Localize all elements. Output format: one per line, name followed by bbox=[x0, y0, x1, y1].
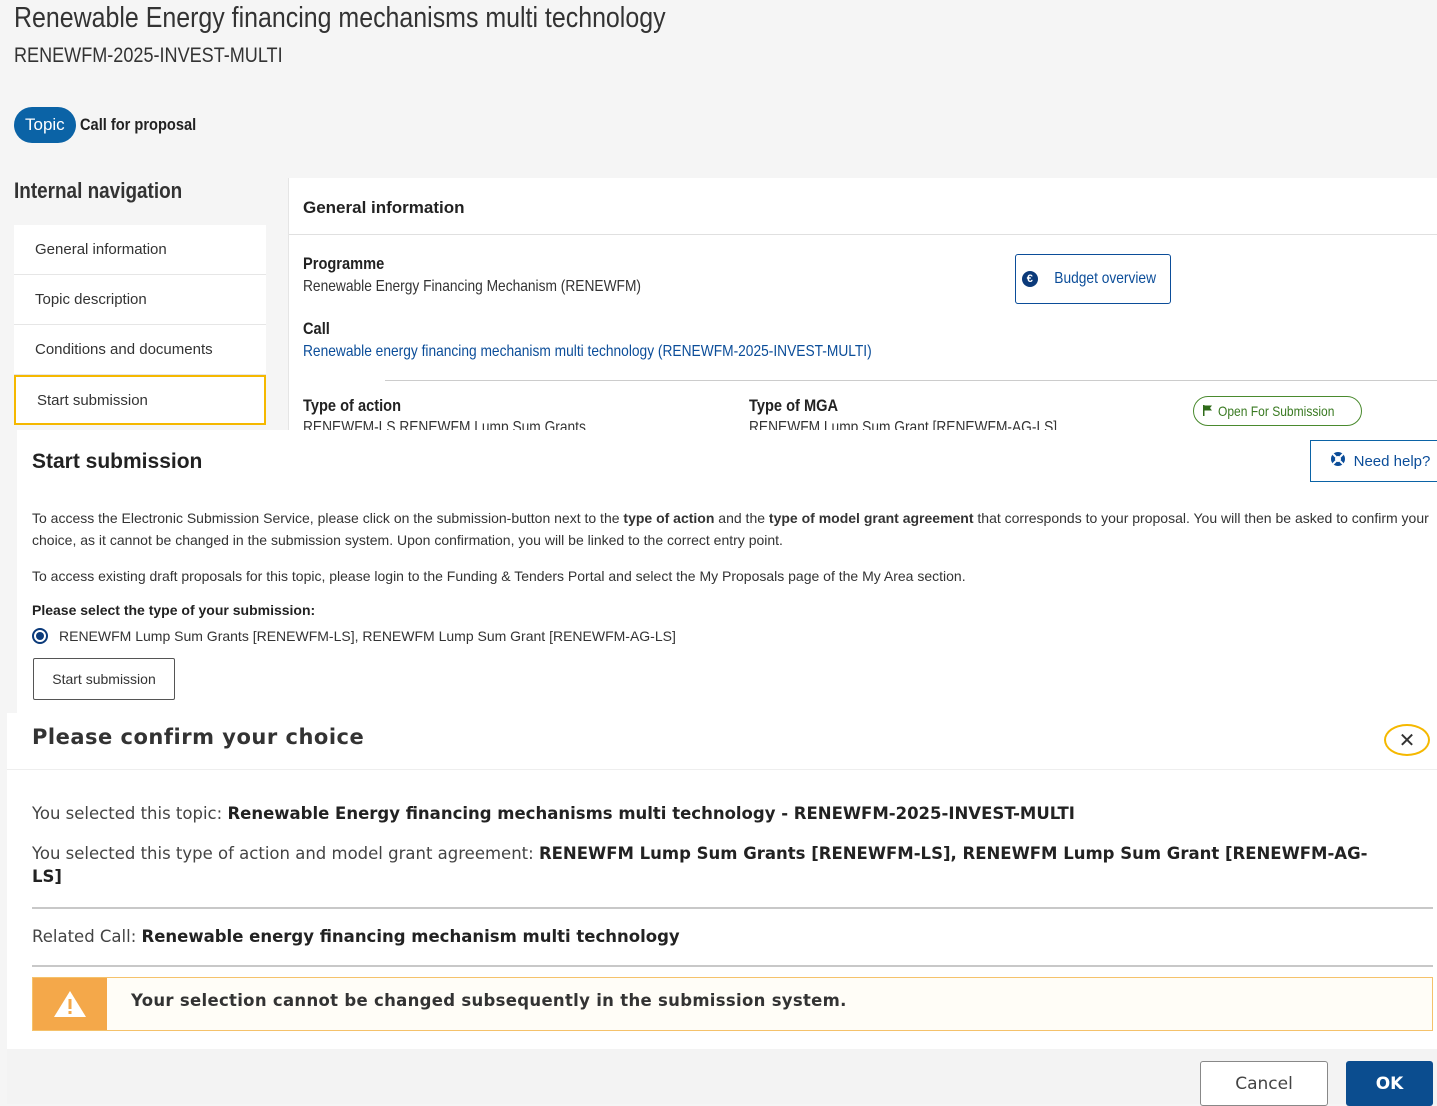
warning-icon bbox=[33, 978, 107, 1030]
dialog-footer: Cancel OK bbox=[7, 1049, 1437, 1106]
related-call: Related Call: Renewable energy financing… bbox=[32, 925, 1392, 948]
divider bbox=[32, 907, 1433, 909]
euro-icon: € bbox=[1021, 271, 1038, 287]
submission-type-option[interactable]: RENEWFM Lump Sum Grants [RENEWFM-LS], RE… bbox=[32, 628, 676, 644]
need-help-button[interactable]: Need help? bbox=[1310, 440, 1437, 482]
instruction-text: To access the Electronic Submission Serv… bbox=[32, 510, 624, 526]
draft-proposals-note: To access existing draft proposals for t… bbox=[32, 568, 966, 584]
divider bbox=[7, 769, 1437, 770]
instruction-bold: type of action bbox=[623, 510, 715, 526]
selected-type: You selected this type of action and mod… bbox=[32, 842, 1392, 888]
call-label: Call bbox=[303, 319, 330, 338]
radio-selected[interactable] bbox=[32, 628, 48, 644]
internal-navigation-title: Internal navigation bbox=[14, 178, 183, 203]
start-submission-button[interactable]: Start submission bbox=[33, 658, 175, 700]
budget-overview-button[interactable]: € Budget overview bbox=[1015, 254, 1171, 304]
type-of-mga-label: Type of MGA bbox=[749, 396, 839, 415]
related-call-value: Renewable energy financing mechanism mul… bbox=[141, 927, 680, 946]
flag-icon bbox=[1202, 403, 1214, 419]
general-information-heading: General information bbox=[303, 198, 465, 217]
type-of-action-value: RENEWFM-LS RENEWFM Lump Sum Grants bbox=[303, 419, 586, 430]
programme-value: Renewable Energy Financing Mechanism (RE… bbox=[303, 278, 642, 295]
selected-topic: You selected this topic: Renewable Energ… bbox=[32, 802, 1392, 825]
selected-type-prefix: You selected this type of action and mod… bbox=[32, 844, 539, 863]
general-information-card: General information Programme Renewable … bbox=[288, 178, 1437, 430]
divider bbox=[289, 234, 1437, 235]
selected-topic-prefix: You selected this topic: bbox=[32, 804, 228, 823]
nav-item-topic-description[interactable]: Topic description bbox=[14, 275, 266, 325]
dialog-title: Please confirm your choice bbox=[32, 725, 365, 749]
nav-item-general-information[interactable]: General information bbox=[14, 225, 266, 275]
warning-banner: Your selection cannot be changed subsequ… bbox=[32, 977, 1433, 1031]
lifebuoy-icon bbox=[1330, 451, 1346, 471]
warning-text: Your selection cannot be changed subsequ… bbox=[131, 991, 847, 1010]
topic-type-tags: Topic Call for proposal bbox=[14, 107, 215, 143]
budget-overview-label: Budget overview bbox=[1054, 270, 1156, 287]
nav-item-conditions-documents[interactable]: Conditions and documents bbox=[14, 325, 266, 375]
status-label: Open For Submission bbox=[1218, 403, 1335, 419]
page-title: Renewable Energy financing mechanisms mu… bbox=[14, 2, 666, 34]
divider bbox=[385, 380, 1437, 381]
programme-label: Programme bbox=[303, 254, 385, 273]
status-badge: Open For Submission bbox=[1193, 396, 1363, 426]
nav-item-start-submission[interactable]: Start submission bbox=[14, 375, 266, 425]
start-submission-panel: Start submission Need help? To access th… bbox=[17, 430, 1437, 713]
topic-identifier: RENEWFM-2025-INVEST-MULTI bbox=[14, 44, 283, 67]
related-call-prefix: Related Call: bbox=[32, 927, 142, 946]
instruction-bold: type of model grant agreement bbox=[768, 510, 974, 526]
ok-button[interactable]: OK bbox=[1346, 1061, 1433, 1106]
instruction-text: and the bbox=[714, 510, 769, 526]
close-icon[interactable]: ✕ bbox=[1384, 724, 1430, 756]
topic-badge: Topic bbox=[14, 107, 76, 143]
need-help-label: Need help? bbox=[1353, 452, 1431, 470]
call-link[interactable]: Renewable energy financing mechanism mul… bbox=[303, 343, 872, 361]
type-of-mga-value: RENEWFM Lump Sum Grant [RENEWFM-AG-LS] bbox=[749, 419, 1058, 430]
confirm-dialog: Please confirm your choice ✕ You selecte… bbox=[7, 713, 1437, 1106]
submission-type-question: Please select the type of your submissio… bbox=[32, 602, 316, 618]
divider bbox=[32, 965, 1433, 967]
call-type-label: Call for proposal bbox=[79, 115, 196, 134]
selected-topic-value: Renewable Energy financing mechanisms mu… bbox=[227, 804, 1075, 823]
type-of-action-label: Type of action bbox=[303, 396, 402, 415]
internal-navigation: General information Topic description Co… bbox=[14, 225, 266, 425]
cancel-button[interactable]: Cancel bbox=[1200, 1061, 1328, 1106]
start-submission-title: Start submission bbox=[32, 450, 203, 473]
submission-instructions: To access the Electronic Submission Serv… bbox=[32, 507, 1437, 551]
submission-type-option-label: RENEWFM Lump Sum Grants [RENEWFM-LS], RE… bbox=[59, 628, 676, 644]
